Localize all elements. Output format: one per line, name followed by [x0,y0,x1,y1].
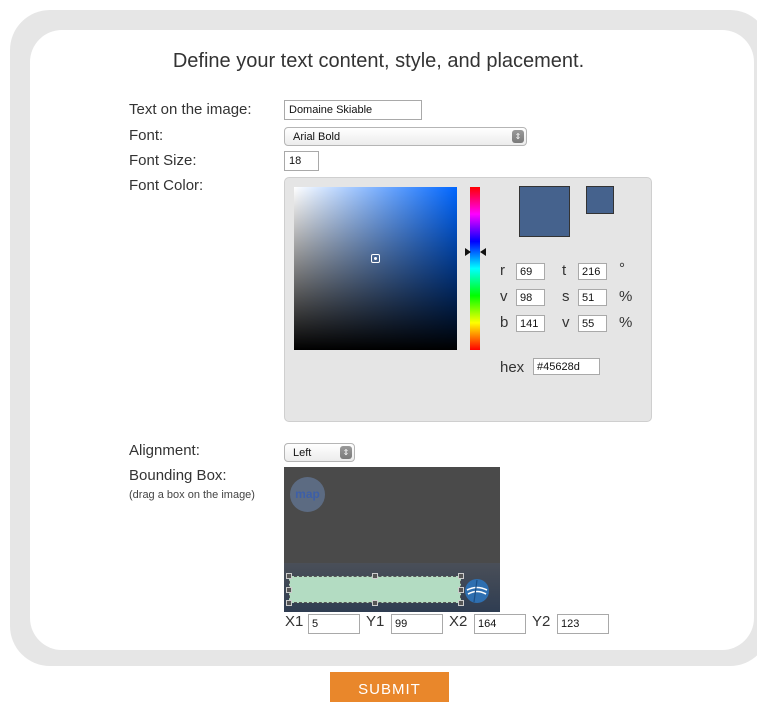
color-cursor[interactable] [371,254,380,263]
t-label: t [562,262,567,279]
saturation-value-area[interactable] [294,187,457,350]
globe-icon [465,579,489,603]
r-input[interactable] [516,263,545,280]
chevron-updown-icon: ⇕ [512,130,524,143]
saturation-input[interactable] [578,289,607,306]
b-input[interactable] [516,315,545,332]
current-color-swatch [519,186,570,237]
font-label: Font: [129,127,164,144]
map-logo: map [290,477,325,512]
hue-slider[interactable] [470,187,480,350]
hue-pointer-left-icon[interactable] [465,248,471,256]
resize-handle-n[interactable] [372,573,378,579]
font-size-input[interactable] [284,151,319,171]
chevron-updown-icon: ⇕ [340,446,352,459]
submit-button[interactable]: SUBMIT [330,672,449,702]
font-color-label: Font Color: [129,177,204,194]
x1-label: X1 [285,613,304,630]
page-title: Define your text content, style, and pla… [172,50,585,72]
resize-handle-w[interactable] [286,587,292,593]
font-select[interactable]: Arial Bold ⇕ [284,127,527,146]
y1-label: Y1 [366,613,385,630]
degree-unit: ° [619,260,625,277]
value-input[interactable] [578,315,607,332]
alignment-label: Alignment: [129,442,200,459]
resize-handle-nw[interactable] [286,573,292,579]
v-percent-unit: % [619,314,633,331]
x2-label: X2 [449,613,468,630]
font-size-label: Font Size: [129,152,197,169]
v2-label: v [562,314,570,331]
hex-input[interactable] [533,358,600,375]
resize-handle-ne[interactable] [458,573,464,579]
s-percent-unit: % [619,288,633,305]
bounding-box-label: Bounding Box: [129,467,227,484]
x1-input[interactable] [308,614,360,634]
font-select-value: Arial Bold [293,131,341,143]
y2-input[interactable] [557,614,609,634]
resize-handle-se[interactable] [458,600,464,606]
text-label: Text on the image: [129,101,252,118]
g-input[interactable] [516,289,545,306]
x2-input[interactable] [474,614,526,634]
bounding-box-hint: (drag a box on the image) [129,489,255,501]
resize-handle-e[interactable] [458,587,464,593]
r-label: r [500,262,505,279]
v1-label: v [500,288,508,305]
resize-handle-sw[interactable] [286,600,292,606]
y1-input[interactable] [391,614,443,634]
alignment-select-value: Left [293,447,312,459]
hue-input[interactable] [578,263,607,280]
alignment-select[interactable]: Left ⇕ [284,443,355,462]
y2-label: Y2 [532,613,551,630]
s-label: s [562,288,570,305]
resize-handle-s[interactable] [372,600,378,606]
bounding-box-selection[interactable] [289,576,461,603]
b-label: b [500,314,509,331]
hue-pointer-right-icon[interactable] [480,248,486,256]
text-input[interactable] [284,100,422,120]
previous-color-swatch[interactable] [586,186,614,214]
hex-label: hex [500,359,525,376]
